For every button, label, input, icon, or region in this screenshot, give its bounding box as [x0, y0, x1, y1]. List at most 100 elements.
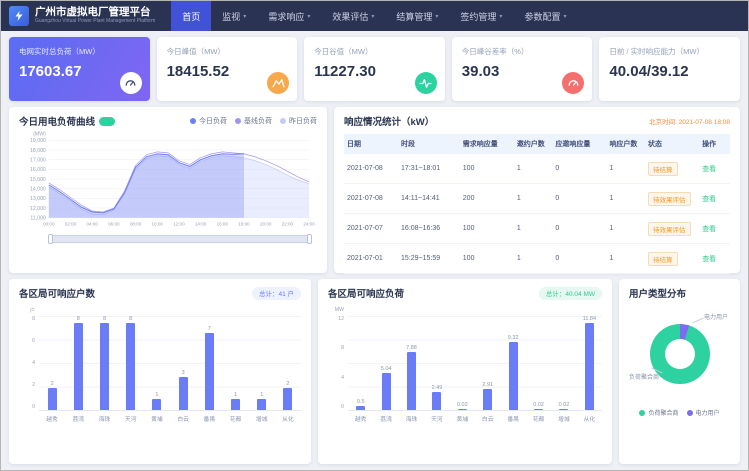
bottom-row: 各区局可响应户数 总计：41 户 户864202888137112越秀荔湾海珠天… [9, 279, 740, 464]
response-stats-panel: 响应情况统计（kW） 北京时间: 2021-07-08 18:08 日期时段需求… [334, 107, 740, 273]
svg-text:18:00: 18:00 [238, 222, 250, 227]
panel-title: 今日用电负荷曲线 [19, 114, 95, 128]
nav-item-label: 结算管理 [396, 10, 432, 23]
bar-column: 0.02 [450, 316, 475, 410]
callout-right: 电力用户 [704, 312, 728, 321]
nav-item-效果评估[interactable]: 效果评估▾ [321, 1, 385, 31]
panel-title: 各区局可响应负荷 [328, 286, 404, 300]
kpi-card-2: 今日谷值（MW）11227.30 [304, 37, 445, 101]
bar-column: 2.49 [424, 316, 449, 410]
cell-responded: 1 [606, 184, 645, 214]
svg-text:02:00: 02:00 [65, 222, 77, 227]
bar-column: 3 [170, 316, 196, 410]
app-window: 广州市虚拟电厂管理平台 Guangzhou Virtual Power Plan… [0, 0, 749, 471]
svg-text:19,000: 19,000 [30, 138, 46, 144]
svg-text:08:00: 08:00 [130, 222, 142, 227]
nav-item-结算管理[interactable]: 结算管理▾ [385, 1, 449, 31]
x-tick-label: 天河 [424, 414, 449, 423]
cell-date: 2021-07-08 [344, 184, 398, 214]
svg-text:15,000: 15,000 [30, 177, 46, 183]
bar-value-label: 2 [286, 381, 289, 387]
table-row: 2021-07-0817:31~18:01100101待结算查看 [344, 154, 730, 184]
nav-item-首页[interactable]: 首页 [171, 1, 211, 31]
x-tick-label: 番禺 [196, 414, 222, 423]
kpi-label: 今日峰谷差率（%） [462, 46, 583, 57]
mid-row: 今日用电负荷曲线 今日负荷基线负荷昨日负荷 11,00012,00013,000… [9, 107, 740, 273]
svg-text:20:00: 20:00 [260, 222, 272, 227]
legend-item[interactable]: 昨日负荷 [280, 116, 317, 126]
column-header: 操作 [699, 134, 730, 154]
bar [407, 352, 416, 410]
svg-text:18,000: 18,000 [30, 148, 46, 154]
legend-item[interactable]: 负荷聚合商 [639, 408, 678, 417]
cell-invited: 1 [514, 214, 553, 244]
view-link[interactable]: 查看 [702, 196, 716, 203]
svg-text:13,000: 13,000 [30, 196, 46, 202]
nav-item-签约管理[interactable]: 签约管理▾ [449, 1, 513, 31]
bar-value-label: 0.02 [559, 402, 570, 408]
user-type-donut-wrap: 电力用户 负荷聚合商 [629, 310, 730, 398]
bar [74, 323, 83, 410]
svg-text:22:00: 22:00 [282, 222, 294, 227]
bar-value-label: 8 [77, 316, 80, 322]
column-header: 日期 [344, 134, 398, 154]
bar [559, 409, 568, 411]
kpi-label: 电网实时总负荷（MW） [19, 46, 140, 57]
panel-title: 各区局可响应户数 [19, 286, 95, 300]
chart-range-slider[interactable] [49, 235, 311, 243]
gauge-icon [562, 72, 584, 94]
callout-line [692, 318, 703, 324]
bar-value-label: 7.88 [406, 345, 417, 351]
user-type-panel: 用户类型分布 电力用户 负荷聚合商 负荷聚合商电力用户 [619, 279, 740, 464]
view-link[interactable]: 查看 [702, 166, 716, 173]
legend-item[interactable]: 电力用户 [687, 408, 720, 417]
view-link[interactable]: 查看 [702, 226, 716, 233]
legend-label: 电力用户 [696, 408, 720, 417]
nav-item-label: 首页 [182, 10, 200, 23]
cell-invited: 1 [514, 184, 553, 214]
nav-item-参数配置[interactable]: 参数配置▾ [513, 1, 577, 31]
y-axis: MW12840 [328, 316, 348, 410]
svg-text:12,000: 12,000 [30, 206, 46, 212]
bar-column: 5.04 [373, 316, 398, 410]
nav-item-label: 签约管理 [460, 10, 496, 23]
plot-area: 2888137112越秀荔湾海珠天河黄埔白云番禺花都增城从化 [39, 316, 301, 423]
slider-handle-left[interactable] [48, 234, 53, 244]
bar-column: 8 [65, 316, 91, 410]
svg-text:14,000: 14,000 [30, 186, 46, 192]
bars-grid: 0.55.047.882.490.022.919.320.020.0211.84 [348, 316, 602, 411]
response-stats-header: 响应情况统计（kW） 北京时间: 2021-07-08 18:08 [344, 114, 730, 128]
bar-column: 1 [222, 316, 248, 410]
table-row: 2021-07-0814:11~14:41200101待效果评估查看 [344, 184, 730, 214]
cell-responded: 1 [606, 244, 645, 274]
legend-item[interactable]: 基线负荷 [235, 116, 272, 126]
chevron-down-icon: ▾ [563, 13, 566, 20]
nav-item-label: 监视 [222, 10, 240, 23]
app-subtitle: Guangzhou Virtual Power Plant Management… [35, 19, 155, 25]
chevron-down-icon: ▾ [499, 13, 502, 20]
cell-accepted: 0 [552, 184, 606, 214]
y-tick-label: 8 [32, 316, 35, 322]
slider-range[interactable] [49, 235, 311, 243]
bar-value-label: 5.04 [381, 366, 392, 372]
cell-period: 16:08~16:36 [398, 214, 460, 244]
legend-label: 基线负荷 [244, 116, 272, 126]
chevron-down-icon: ▾ [371, 13, 374, 20]
gauge-icon [120, 72, 142, 94]
nav-item-需求响应[interactable]: 需求响应▾ [257, 1, 321, 31]
kpi-label: 今日谷值（MW） [314, 46, 435, 57]
bar [382, 373, 391, 410]
slider-handle-right[interactable] [307, 234, 312, 244]
nav-item-监视[interactable]: 监视▾ [211, 1, 257, 31]
legend-item[interactable]: 今日负荷 [190, 116, 227, 126]
x-tick-label: 天河 [118, 414, 144, 423]
chevron-down-icon: ▾ [307, 13, 310, 20]
bar-column: 0.02 [526, 316, 551, 410]
cell-accepted: 0 [552, 214, 606, 244]
bar-value-label: 0.02 [457, 402, 468, 408]
view-link[interactable]: 查看 [702, 256, 716, 263]
main-content: 电网实时总负荷（MW）17603.67今日峰值（MW）18415.52今日谷值（… [1, 31, 748, 470]
x-axis: 越秀荔湾海珠天河黄埔白云番禺花都增城从化 [348, 414, 602, 423]
bar [179, 377, 188, 410]
bar-column: 7.88 [399, 316, 424, 410]
